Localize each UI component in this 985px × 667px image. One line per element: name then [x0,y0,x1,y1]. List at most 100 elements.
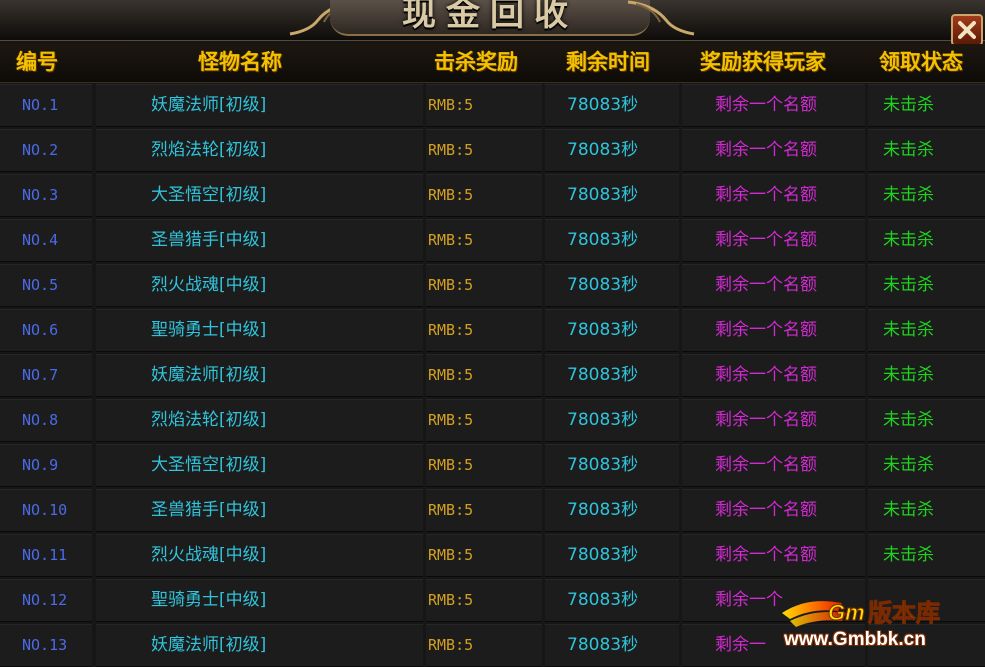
reward-player: 剩余一个名额 [682,219,865,262]
remaining-time: 78083秒 [545,444,679,487]
row-number: NO.5 [0,264,92,307]
table-row: NO.7 妖魔法师[初级] RMB:5 78083秒 剩余一个名额 未击杀 [0,354,985,397]
claim-status: 未击杀 [868,399,985,442]
row-number: NO.10 [0,489,92,532]
row-number: NO.7 [0,354,92,397]
claim-status: 未击杀 [868,84,985,127]
window-title: 现金回收 [402,0,578,34]
kill-reward: RMB:5 [426,579,542,622]
row-number: NO.3 [0,174,92,217]
svg-text:Gm: Gm [828,600,865,625]
claim-status: 未击杀 [868,534,985,577]
header-kill-reward: 击杀奖励 [434,50,518,74]
close-button[interactable] [951,14,983,46]
reward-player: 剩余一个名额 [682,354,865,397]
claim-status: 未击杀 [868,309,985,352]
reward-player: 剩余一个名额 [682,174,865,217]
reward-player: 剩余一个名额 [682,129,865,172]
reward-player: 剩余一个名额 [682,399,865,442]
monster-name: 妖魔法师[初级] [96,84,423,127]
remaining-time: 78083秒 [545,489,679,532]
row-number: NO.2 [0,129,92,172]
monster-name: 妖魔法师[初级] [96,354,423,397]
title-bar: 现金回收 [0,0,985,41]
claim-status: 未击杀 [868,489,985,532]
remaining-time: 78083秒 [545,174,679,217]
header-reward-player: 奖励获得玩家 [700,50,826,74]
claim-status: 未击杀 [868,219,985,262]
remaining-time: 78083秒 [545,309,679,352]
reward-player: 剩余一个名额 [682,534,865,577]
title-ornament-right-icon [627,0,695,36]
claim-status: 未击杀 [868,354,985,397]
row-number: NO.4 [0,219,92,262]
cash-recycle-panel: 现金回收 编号 怪物名称 击杀奖励 剩余时间 奖励获得玩家 领取状态 NO.1 妖… [0,0,985,667]
claim-status: 未击杀 [868,129,985,172]
reward-player: 剩余一个名额 [682,264,865,307]
remaining-time: 78083秒 [545,84,679,127]
monster-name: 聖骑勇士[中级] [96,579,423,622]
monster-name: 大圣悟空[初级] [96,174,423,217]
claim-status: 未击杀 [868,444,985,487]
kill-reward: RMB:5 [426,399,542,442]
gm-logo-icon: Gm 版本库 [782,599,941,628]
reward-player: 剩余一个名额 [682,489,865,532]
remaining-time: 78083秒 [545,579,679,622]
remaining-time: 78083秒 [545,264,679,307]
kill-reward: RMB:5 [426,219,542,262]
remaining-time: 78083秒 [545,624,679,667]
kill-reward: RMB:5 [426,174,542,217]
table-row: NO.5 烈火战魂[中级] RMB:5 78083秒 剩余一个名额 未击杀 [0,264,985,307]
row-number: NO.1 [0,84,92,127]
monster-name: 聖骑勇士[中级] [96,309,423,352]
monster-name: 烈焰法轮[初级] [96,399,423,442]
row-number: NO.13 [0,624,92,667]
kill-reward: RMB:5 [426,84,542,127]
kill-reward: RMB:5 [426,534,542,577]
svg-text:版本库: 版本库 [868,599,940,627]
table-row: NO.6 聖骑勇士[中级] RMB:5 78083秒 剩余一个名额 未击杀 [0,309,985,352]
close-icon [958,21,976,39]
remaining-time: 78083秒 [545,354,679,397]
monster-name: 妖魔法师[初级] [96,624,423,667]
table-row: NO.1 妖魔法师[初级] RMB:5 78083秒 剩余一个名额 未击杀 [0,84,985,127]
monster-name: 烈焰法轮[初级] [96,129,423,172]
kill-reward: RMB:5 [426,309,542,352]
table-row: NO.4 圣兽猎手[中级] RMB:5 78083秒 剩余一个名额 未击杀 [0,219,985,262]
monster-name: 烈火战魂[中级] [96,264,423,307]
watermark-url: www.Gmbbk.cn [784,629,926,650]
kill-reward: RMB:5 [426,264,542,307]
kill-reward: RMB:5 [426,129,542,172]
table-row: NO.2 烈焰法轮[初级] RMB:5 78083秒 剩余一个名额 未击杀 [0,129,985,172]
table-row: NO.8 烈焰法轮[初级] RMB:5 78083秒 剩余一个名额 未击杀 [0,399,985,442]
claim-status: 未击杀 [868,174,985,217]
monster-name: 烈火战魂[中级] [96,534,423,577]
monster-name: 圣兽猎手[中级] [96,489,423,532]
remaining-time: 78083秒 [545,399,679,442]
header-remaining-time: 剩余时间 [566,50,650,74]
table-row: NO.11 烈火战魂[中级] RMB:5 78083秒 剩余一个名额 未击杀 [0,534,985,577]
reward-player: 剩余一个名额 [682,84,865,127]
monster-name: 圣兽猎手[中级] [96,219,423,262]
remaining-time: 78083秒 [545,534,679,577]
row-number: NO.9 [0,444,92,487]
header-monster-name: 怪物名称 [198,50,282,74]
watermark: Gm 版本库 www.Gmbbk.cn [780,585,980,660]
remaining-time: 78083秒 [545,129,679,172]
kill-reward: RMB:5 [426,624,542,667]
reward-player: 剩余一个名额 [682,309,865,352]
row-number: NO.11 [0,534,92,577]
table-header: 编号 怪物名称 击杀奖励 剩余时间 奖励获得玩家 领取状态 [0,44,985,83]
reward-player: 剩余一个名额 [682,444,865,487]
row-number: NO.8 [0,399,92,442]
header-claim-status: 领取状态 [879,50,963,74]
table-row: NO.3 大圣悟空[初级] RMB:5 78083秒 剩余一个名额 未击杀 [0,174,985,217]
claim-status: 未击杀 [868,264,985,307]
row-number: NO.6 [0,309,92,352]
row-number: NO.12 [0,579,92,622]
remaining-time: 78083秒 [545,219,679,262]
header-no: 编号 [16,50,58,74]
kill-reward: RMB:5 [426,489,542,532]
kill-reward: RMB:5 [426,354,542,397]
table-row: NO.9 大圣悟空[初级] RMB:5 78083秒 剩余一个名额 未击杀 [0,444,985,487]
